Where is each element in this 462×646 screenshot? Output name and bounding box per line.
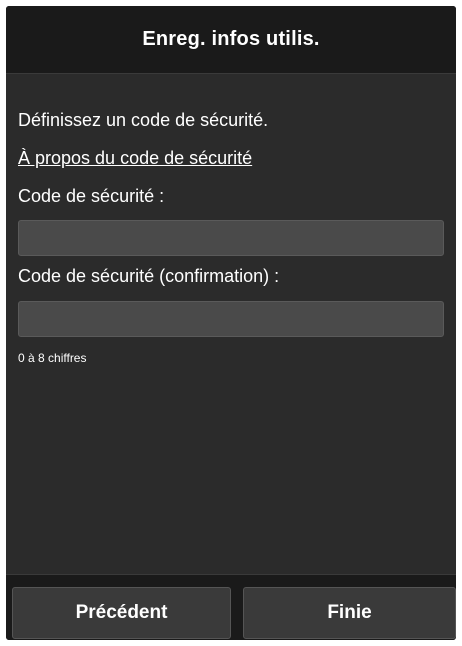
security-code-confirm-input[interactable] <box>18 301 444 337</box>
instruction-text: Définissez un code de sécurité. <box>18 110 269 130</box>
footer-bar: Précédent Finie <box>6 574 456 640</box>
digits-hint: 0 à 8 chiffres <box>18 351 87 365</box>
page-title: Enreg. infos utilis. <box>142 28 320 50</box>
security-code-input[interactable] <box>18 220 444 256</box>
previous-button[interactable]: Précédent <box>12 587 231 639</box>
security-code-confirm-label: Code de sécurité (confirmation) : <box>18 266 280 286</box>
security-code-label: Code de sécurité : <box>18 186 165 206</box>
about-security-code-link[interactable]: À propos du code de sécurité <box>18 148 252 169</box>
header-bar: Enreg. infos utilis. <box>6 6 456 74</box>
finish-button[interactable]: Finie <box>243 587 456 639</box>
app-window: Enreg. infos utilis. Définissez un code … <box>6 6 456 640</box>
